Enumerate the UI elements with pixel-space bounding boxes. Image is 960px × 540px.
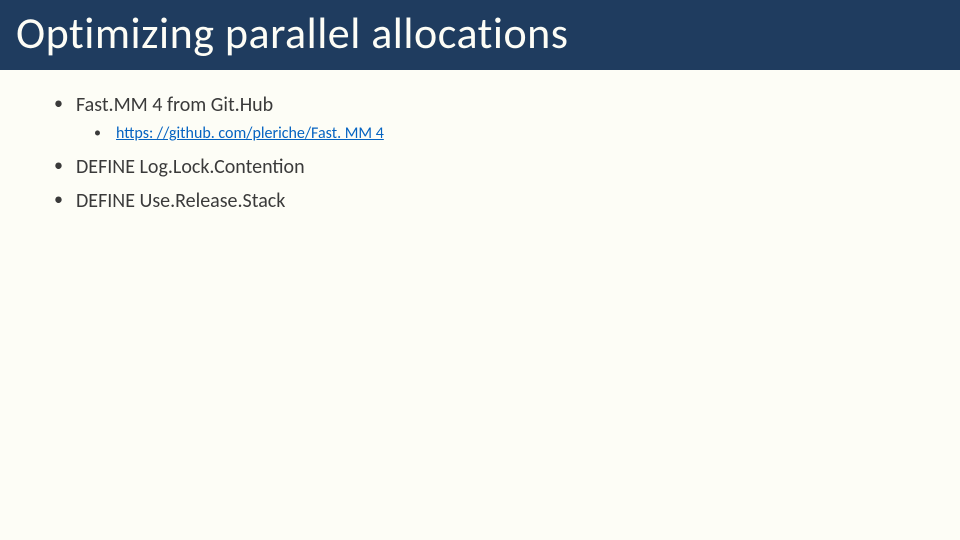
slide-title-text: Optimizing parallel allocations: [16, 6, 568, 60]
slide-content: Fast.MM 4 from Git.Hub https: //github. …: [0, 70, 960, 216]
bullet-text: DEFINE Log.Lock.Contention: [76, 155, 305, 179]
github-link[interactable]: https: //github. com/pleriche/Fast. MM 4: [116, 124, 384, 143]
sub-list: https: //github. com/pleriche/Fast. MM 4: [76, 122, 912, 146]
bullet-text: DEFINE Use.Release.Stack: [76, 189, 285, 213]
list-item: Fast.MM 4 from Git.Hub https: //github. …: [48, 90, 912, 146]
slide-title: Optimizing parallel allocations: [0, 0, 960, 70]
bullet-text: Fast.MM 4 from Git.Hub: [76, 93, 273, 117]
bullet-list: Fast.MM 4 from Git.Hub https: //github. …: [48, 90, 912, 216]
sub-list-item: https: //github. com/pleriche/Fast. MM 4: [76, 122, 912, 146]
list-item: DEFINE Log.Lock.Contention: [48, 152, 912, 182]
list-item: DEFINE Use.Release.Stack: [48, 186, 912, 216]
